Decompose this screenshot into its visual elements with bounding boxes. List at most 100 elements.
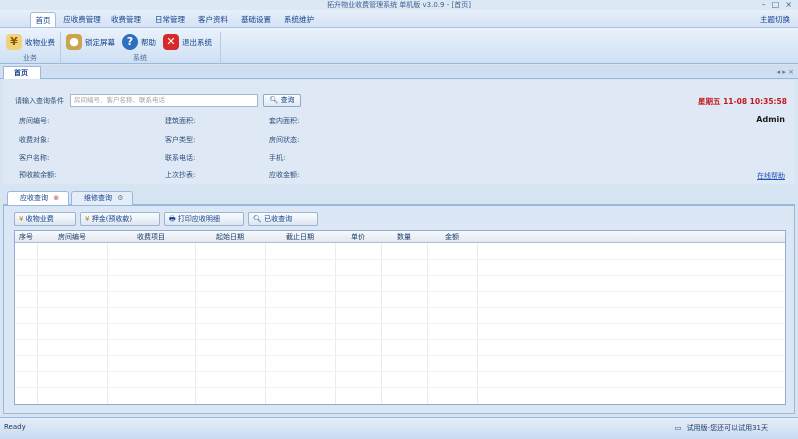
tab-repair-query[interactable]: 维修查询 ⚙ xyxy=(71,191,133,205)
menu-basic-settings[interactable]: 基础设置 xyxy=(238,12,274,27)
field-amount-due: 应收金额: xyxy=(269,171,300,179)
current-user: Admin xyxy=(756,115,785,124)
collect-fee-button[interactable]: ¥ 收物业费 xyxy=(6,31,55,53)
lock-screen-label: 锁定屏幕 xyxy=(85,37,115,47)
close-button[interactable]: × xyxy=(785,0,792,10)
column-header[interactable]: 数量 xyxy=(381,231,427,243)
trial-notice-text: 试用版-您还可以试用31天 xyxy=(686,424,768,432)
exit-system-button[interactable]: ✕ 退出系统 xyxy=(163,31,212,53)
field-customer-type: 客户类型: xyxy=(165,136,196,144)
tab-navigation[interactable]: ◂ ▸ × xyxy=(777,66,794,78)
online-help-link[interactable]: 在线帮助 xyxy=(757,171,785,181)
search-panel: 请输入查询条件 房间编号、客户名称、联系电话 🔍︎ 查询 星期五 11-08 1… xyxy=(3,80,795,184)
window-controls: – □ × xyxy=(762,0,792,10)
tab-receivable-query-label: 应收查询 xyxy=(20,194,48,202)
grid-line xyxy=(15,275,785,276)
field-charge-target: 收费对象: xyxy=(19,136,50,144)
field-prepaid-balance: 预收款余额: xyxy=(19,171,57,179)
table-header: 序号 房间编号 收费项目 起始日期 截止日期 单价 数量 金额 xyxy=(15,231,785,243)
grid-line xyxy=(15,355,785,356)
coin-icon: ¥ xyxy=(85,215,90,223)
menu-receivable[interactable]: 应收费管理 xyxy=(61,12,103,27)
grid-line xyxy=(15,323,785,324)
help-label: 帮助 xyxy=(141,37,156,47)
received-query-label: 已收查询 xyxy=(264,215,293,223)
tab-repair-query-label: 维修查询 xyxy=(84,194,112,202)
search-icon: 🔍︎ xyxy=(269,96,279,104)
settings-tab-icon: ⚙ xyxy=(117,194,124,202)
app-window: 拓升物业收费管理系统 单机版 v3.0.9 - [首页] – □ × 首页 应收… xyxy=(0,0,798,439)
bottom-tab-strip: 应收查询 ⊗ 维修查询 ⚙ xyxy=(3,190,795,205)
field-last-meter: 上次抄表: xyxy=(165,171,196,179)
status-bar: Ready ▭ 试用版-您还可以试用31天 xyxy=(0,417,798,439)
receivable-panel: ¥ 收物业费 ¥ 押金(预收款) 🖶︎ 打印应收明细 🔍︎ 已收查询 序号 房间… xyxy=(3,205,795,414)
datetime-display: 星期五 11-08 10:35:58 xyxy=(697,97,787,106)
maximize-button[interactable]: □ xyxy=(772,0,780,10)
print-receivable-button[interactable]: 🖶︎ 打印应收明细 xyxy=(164,212,244,226)
tab-home[interactable]: 首页 ⊗ xyxy=(3,66,41,89)
grid-line xyxy=(15,307,785,308)
search-icon: 🔍︎ xyxy=(253,215,262,223)
grid-line xyxy=(15,339,785,340)
minimize-button[interactable]: – xyxy=(762,0,766,10)
column-header[interactable]: 金额 xyxy=(427,231,477,243)
title-bar: 拓升物业收费管理系统 单机版 v3.0.9 - [首页] – □ × xyxy=(0,0,798,10)
search-input[interactable]: 房间编号、客户名称、联系电话 xyxy=(70,94,258,107)
group-label-system: 系统 xyxy=(133,54,147,62)
grid-line xyxy=(15,387,785,388)
grid-line xyxy=(15,291,785,292)
collect-fee-label: 收物业费 xyxy=(25,37,55,47)
received-query-button[interactable]: 🔍︎ 已收查询 xyxy=(248,212,318,226)
menu-home[interactable]: 首页 xyxy=(30,12,56,27)
menu-system-maintenance[interactable]: 系统维护 xyxy=(281,12,317,27)
close-tab-icon[interactable]: ⊗ xyxy=(53,194,59,202)
column-header[interactable]: 起始日期 xyxy=(195,231,265,243)
window-title: 拓升物业收费管理系统 单机版 v3.0.9 - [首页] xyxy=(327,1,471,9)
field-customer-name: 客户名称: xyxy=(19,154,50,162)
column-header[interactable]: 单价 xyxy=(335,231,381,243)
column-header[interactable]: 收费项目 xyxy=(107,231,195,243)
print-receivable-label: 打印应收明细 xyxy=(177,215,220,223)
exit-system-label: 退出系统 xyxy=(182,37,212,47)
coin-icon: ¥ xyxy=(19,215,24,223)
field-mobile: 手机: xyxy=(269,154,286,162)
status-ready: Ready xyxy=(4,423,26,431)
printer-icon: 🖶︎ xyxy=(169,215,176,223)
field-building-area: 建筑面积: xyxy=(165,117,196,125)
query-button-label: 查询 xyxy=(280,96,295,104)
menu-charging[interactable]: 收费管理 xyxy=(108,12,144,27)
lock-screen-button[interactable]: ● 锁定屏幕 xyxy=(66,31,115,53)
help-icon: ? xyxy=(122,34,138,50)
help-button[interactable]: ? 帮助 xyxy=(122,31,156,53)
field-inner-area: 套内面积: xyxy=(269,117,300,125)
menu-bar: 首页 应收费管理 收费管理 日常管理 客户资料 基础设置 系统维护 主题切换 xyxy=(0,10,798,28)
field-phone: 联系电话: xyxy=(165,154,196,162)
collect-fee-toolbar-label: 收物业费 xyxy=(25,215,54,223)
theme-switch[interactable]: 主题切换 xyxy=(760,13,790,26)
group-separator xyxy=(220,32,221,62)
field-room-number: 房间编号: xyxy=(19,117,50,125)
lock-user-icon: ● xyxy=(66,34,82,50)
document-tab-strip: 首页 ⊗ ◂ ▸ × xyxy=(0,65,798,89)
column-header[interactable]: 房间编号 xyxy=(37,231,107,243)
coin-icon: ¥ xyxy=(6,34,22,50)
menu-daily[interactable]: 日常管理 xyxy=(152,12,188,27)
collect-fee-toolbar-button[interactable]: ¥ 收物业费 xyxy=(14,212,76,226)
column-header[interactable]: 序号 xyxy=(15,231,37,243)
menu-customer[interactable]: 客户资料 xyxy=(195,12,231,27)
field-room-status: 房间状态: xyxy=(269,136,300,144)
search-label: 请输入查询条件 xyxy=(15,97,64,105)
grid-line xyxy=(15,371,785,372)
exit-icon: ✕ xyxy=(163,34,179,50)
grid-line xyxy=(15,259,785,260)
tab-home-label: 首页 xyxy=(14,69,28,77)
query-button[interactable]: 🔍︎ 查询 xyxy=(263,94,301,107)
trial-notice: ▭ 试用版-您还可以试用31天 xyxy=(675,423,768,433)
group-label-business: 业务 xyxy=(23,54,37,62)
column-header[interactable]: 截止日期 xyxy=(265,231,335,243)
tab-receivable-query[interactable]: 应收查询 ⊗ xyxy=(7,191,69,205)
deposit-label: 押金(预收款) xyxy=(91,215,133,223)
deposit-button[interactable]: ¥ 押金(预收款) xyxy=(80,212,160,226)
ribbon: ¥ 收物业费 ● 锁定屏幕 ? 帮助 ✕ 退出系统 业务 系统 xyxy=(0,28,798,64)
receivable-table: 序号 房间编号 收费项目 起始日期 截止日期 单价 数量 金额 xyxy=(14,230,786,405)
